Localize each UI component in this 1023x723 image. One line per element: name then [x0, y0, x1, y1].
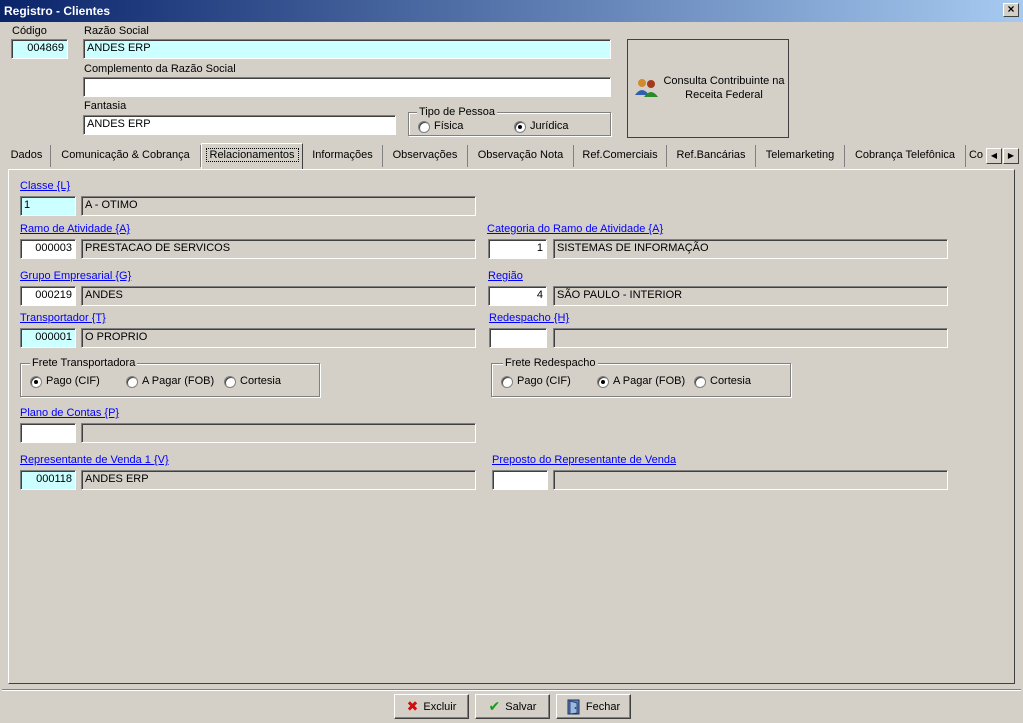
tab-cobranca-telefonica[interactable]: Cobrança Telefônica: [845, 145, 966, 167]
complemento-label: Complemento da Razão Social: [84, 63, 236, 75]
transportador-desc-field: O PROPRIO: [81, 328, 476, 348]
classe-link[interactable]: Classe {L}: [20, 180, 70, 192]
tab-dados[interactable]: Dados: [3, 145, 51, 167]
frete-transportadora-cortesia-radio[interactable]: [224, 376, 236, 388]
codigo-label: Código: [12, 25, 47, 37]
fechar-label: Fechar: [585, 700, 621, 713]
frete-redespacho-cortesia-label[interactable]: Cortesia: [710, 375, 751, 387]
excluir-label: Excluir: [423, 700, 457, 713]
tab-ref-bancarias[interactable]: Ref.Bancárias: [667, 145, 756, 167]
close-icon: ×: [1007, 2, 1015, 16]
people-icon: [635, 79, 658, 97]
representante-venda-desc-field: ANDES ERP: [81, 470, 476, 490]
grupo-empresarial-code-field[interactable]: 000219: [20, 286, 76, 306]
fechar-button[interactable]: Fechar: [556, 694, 631, 719]
tab-co[interactable]: Co: [966, 145, 986, 167]
ramo-atividade-link[interactable]: Ramo de Atividade {A}: [20, 223, 130, 235]
fantasia-field[interactable]: ANDES ERP: [83, 115, 396, 135]
juridica-radio[interactable]: [514, 121, 526, 133]
tab-scroll-left-button[interactable]: ◀: [986, 148, 1002, 164]
representante-venda-link[interactable]: Representante de Venda 1 {V}: [20, 454, 169, 466]
door-icon: [567, 699, 580, 714]
categoria-ramo-link[interactable]: Categoria do Ramo de Atividade {A}: [487, 223, 663, 235]
tab-ref-comerciais[interactable]: Ref.Comerciais: [574, 145, 667, 167]
razao-social-field[interactable]: ANDES ERP: [83, 39, 611, 59]
complemento-field[interactable]: [83, 77, 611, 97]
transportador-code-field[interactable]: 000001: [20, 328, 76, 348]
preposto-representante-code-field[interactable]: [492, 470, 548, 490]
regiao-link[interactable]: Região: [488, 270, 523, 282]
tab-informacoes[interactable]: Informações: [303, 145, 383, 167]
preposto-representante-desc-field: [553, 470, 948, 490]
fisica-radio[interactable]: [418, 121, 430, 133]
frete-redespacho-pago-label[interactable]: Pago (CIF): [517, 375, 571, 387]
tab-relacionamentos[interactable]: Relacionamentos: [201, 143, 303, 169]
fisica-label[interactable]: Física: [434, 120, 463, 132]
transportador-link[interactable]: Transportador {T}: [20, 312, 106, 324]
frete-redespacho-legend: Frete Redespacho: [503, 357, 598, 369]
juridica-label[interactable]: Jurídica: [530, 120, 569, 132]
categoria-ramo-code-field[interactable]: 1: [488, 239, 547, 259]
frete-transportadora-pago-label[interactable]: Pago (CIF): [46, 375, 100, 387]
checkmark-icon: ✔: [488, 698, 501, 714]
plano-contas-link[interactable]: Plano de Contas {P}: [20, 407, 119, 419]
tipo-pessoa-legend: Tipo de Pessoa: [417, 106, 498, 118]
salvar-label: Salvar: [505, 700, 537, 713]
razao-social-label: Razão Social: [84, 25, 149, 37]
frete-transportadora-apagar-radio[interactable]: [126, 376, 138, 388]
grupo-empresarial-link[interactable]: Grupo Empresarial {G}: [20, 270, 131, 282]
tab-comunicacao-cobranca[interactable]: Comunicação & Cobrança: [51, 145, 201, 167]
fantasia-label: Fantasia: [84, 100, 127, 112]
plano-contas-desc-field: [81, 423, 476, 443]
window-title-bar: Registro - Clientes: [0, 0, 1023, 22]
delete-icon: ✖: [406, 698, 419, 714]
close-button[interactable]: ×: [1003, 3, 1019, 17]
tab-relacionamentos-label: Relacionamentos: [205, 148, 299, 162]
redespacho-code-field[interactable]: [489, 328, 547, 348]
classe-desc-field: A - OTIMO: [81, 196, 476, 216]
bottom-divider: [2, 689, 1021, 690]
representante-venda-code-field[interactable]: 000118: [20, 470, 76, 490]
redespacho-desc-field: [553, 328, 948, 348]
tab-telemarketing[interactable]: Telemarketing: [756, 145, 845, 167]
tab-observacao-nota[interactable]: Observação Nota: [468, 145, 574, 167]
codigo-field[interactable]: 004869: [11, 39, 68, 59]
ramo-atividade-desc-field: PRESTACAO DE SERVICOS: [81, 239, 476, 259]
excluir-button[interactable]: ✖ Excluir: [394, 694, 469, 719]
regiao-code-field[interactable]: 4: [488, 286, 547, 306]
frete-transportadora-cortesia-label[interactable]: Cortesia: [240, 375, 281, 387]
tab-strip: Dados Comunicação & Cobrança Relacioname…: [0, 143, 1023, 169]
categoria-ramo-desc-field: SISTEMAS DE INFORMAÇÃO: [553, 239, 948, 259]
tab-scroll-right-button[interactable]: ▶: [1003, 148, 1019, 164]
regiao-desc-field: SÃO PAULO - INTERIOR: [553, 286, 948, 306]
frete-transportadora-pago-radio[interactable]: [30, 376, 42, 388]
frete-transportadora-legend: Frete Transportadora: [30, 357, 138, 369]
grupo-empresarial-desc-field: ANDES: [81, 286, 476, 306]
classe-code-field[interactable]: 1: [20, 196, 76, 216]
window-title: Registro - Clientes: [4, 4, 111, 18]
ramo-atividade-code-field[interactable]: 000003: [20, 239, 76, 259]
consulta-receita-button[interactable]: Consulta Contribuinte na Receita Federal: [627, 39, 789, 138]
frete-redespacho-apagar-radio[interactable]: [597, 376, 609, 388]
frete-redespacho-apagar-label[interactable]: A Pagar (FOB): [613, 375, 685, 387]
preposto-representante-link[interactable]: Preposto do Representante de Venda: [492, 454, 676, 466]
frete-transportadora-apagar-label[interactable]: A Pagar (FOB): [142, 375, 214, 387]
salvar-button[interactable]: ✔ Salvar: [475, 694, 550, 719]
consulta-receita-label: Consulta Contribuinte na Receita Federal: [663, 75, 785, 101]
redespacho-link[interactable]: Redespacho {H}: [489, 312, 569, 324]
plano-contas-code-field[interactable]: [20, 423, 76, 443]
frete-redespacho-cortesia-radio[interactable]: [694, 376, 706, 388]
tab-observacoes[interactable]: Observações: [383, 145, 468, 167]
frete-redespacho-pago-radio[interactable]: [501, 376, 513, 388]
